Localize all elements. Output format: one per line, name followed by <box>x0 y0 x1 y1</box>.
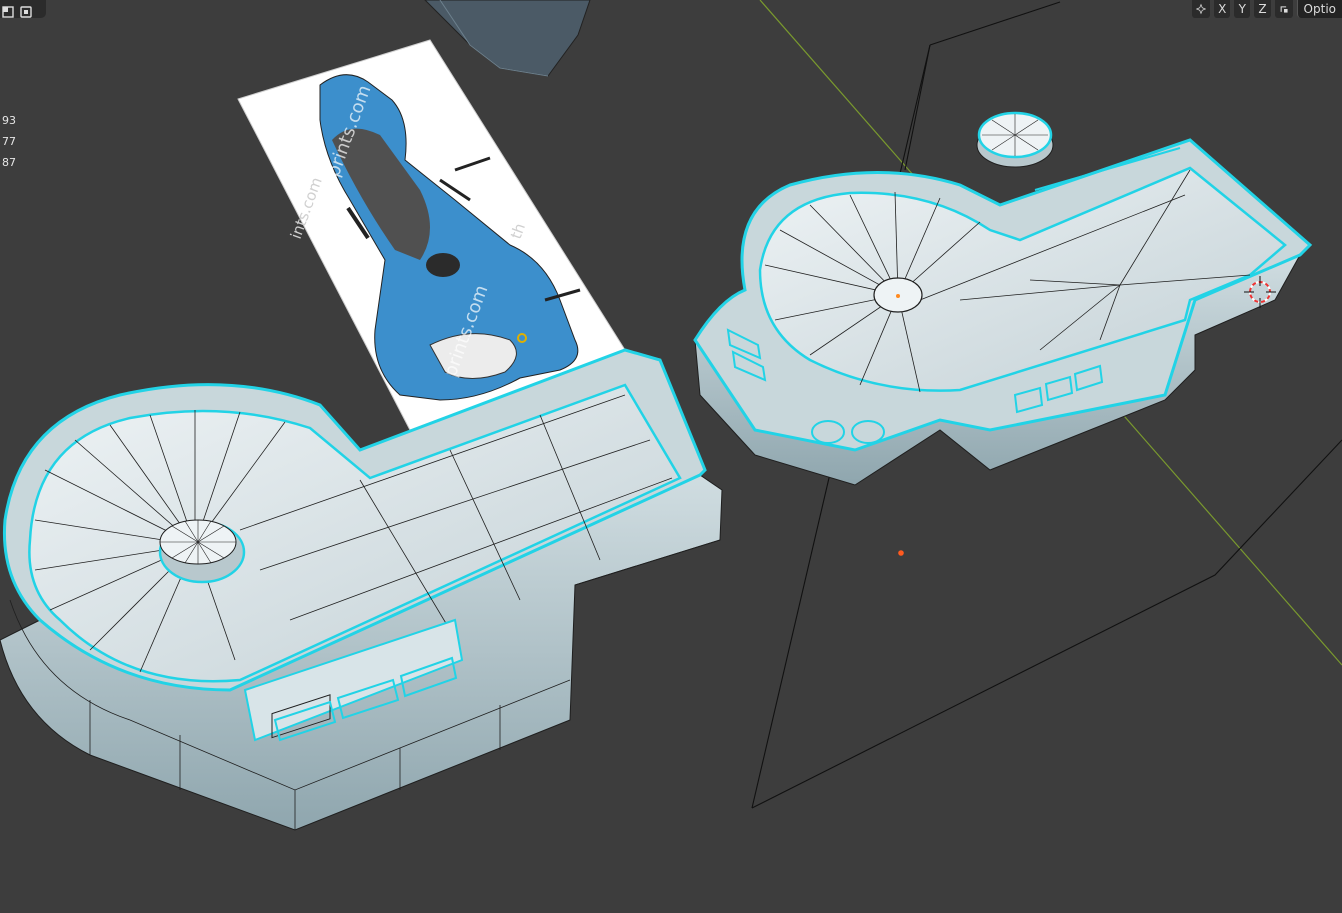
scene-statistics: 93 77 87 <box>0 110 16 173</box>
overlay-toggle-icon[interactable] <box>20 3 32 18</box>
stat-value: 93 <box>2 114 16 127</box>
viewport-header-left <box>0 0 46 18</box>
axis-toggle-z[interactable]: Z <box>1254 0 1271 18</box>
stat-value: 77 <box>2 135 16 148</box>
viewport-header-right: X Y Z Optio <box>1192 0 1342 18</box>
3d-viewport[interactable]: prints.com prints.com ints.com th 93 77 … <box>0 0 1342 913</box>
snap-options-icon[interactable] <box>1274 0 1293 18</box>
stat-value: 87 <box>2 156 16 169</box>
origin-point-icon[interactable] <box>898 550 904 556</box>
dashboard-mesh-right[interactable] <box>693 111 1313 486</box>
viewport-shading-icon[interactable] <box>2 3 14 18</box>
dashboard-mesh-left[interactable] <box>0 348 723 831</box>
viewport-scene[interactable]: prints.com prints.com ints.com th <box>0 0 1342 913</box>
axis-toggle-y[interactable]: Y <box>1234 0 1251 18</box>
dark-mesh-object[interactable] <box>424 0 591 77</box>
axis-toggle-x[interactable]: X <box>1214 0 1231 18</box>
options-dropdown[interactable]: Optio <box>1296 0 1342 18</box>
mirror-gizmo-icon[interactable] <box>1192 0 1211 18</box>
